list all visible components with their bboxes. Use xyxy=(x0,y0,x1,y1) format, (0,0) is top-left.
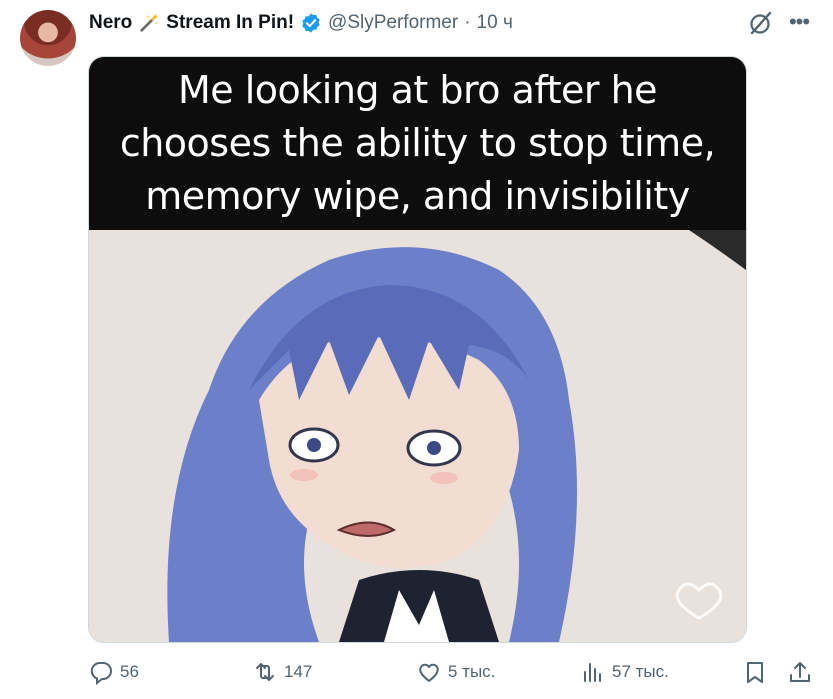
repost-button[interactable]: 147 xyxy=(252,654,312,690)
repost-icon xyxy=(256,663,274,681)
views-count: 57 тыс. xyxy=(612,662,669,681)
author-name-suffix[interactable]: Stream In Pin! xyxy=(166,12,294,34)
tweet-media[interactable]: Me looking at bro after he chooses the a… xyxy=(88,56,747,643)
share-icon xyxy=(790,662,810,682)
views-button[interactable]: 57 тыс. xyxy=(580,654,669,690)
verified-badge-icon[interactable] xyxy=(300,12,322,34)
header-separator: · xyxy=(464,12,471,33)
meme-caption-bar: Me looking at bro after he chooses the a… xyxy=(89,57,746,230)
like-button[interactable]: 5 тыс. xyxy=(416,654,495,690)
views-chart-icon xyxy=(584,663,601,682)
reply-icon xyxy=(90,661,112,685)
tweet-actions: 56 147 5 тыс. 57 тыс. xyxy=(0,654,833,690)
meme-caption: Me looking at bro after he chooses the a… xyxy=(119,68,716,218)
author-avatar[interactable] xyxy=(20,10,76,66)
author-handle[interactable]: @SlyPerformer xyxy=(328,12,458,34)
grok-icon[interactable] xyxy=(748,10,774,36)
more-options-icon[interactable]: ••• xyxy=(786,9,812,35)
tweet-header: Nero Stream In Pin! @SlyPerformer · 10 ч xyxy=(89,8,513,38)
bookmark-button[interactable] xyxy=(742,654,768,690)
meme-image xyxy=(89,230,746,642)
author-name[interactable]: Nero xyxy=(89,12,132,34)
repost-count: 147 xyxy=(284,662,313,681)
reply-button[interactable]: 56 xyxy=(88,654,139,690)
magic-wand-icon xyxy=(138,12,160,34)
like-count: 5 тыс. xyxy=(448,662,496,681)
tweet-timestamp[interactable]: 10 ч xyxy=(477,12,513,34)
bookmark-icon xyxy=(747,662,763,683)
reply-count: 56 xyxy=(120,662,139,681)
heart-icon xyxy=(419,663,439,682)
share-button[interactable] xyxy=(787,654,813,690)
